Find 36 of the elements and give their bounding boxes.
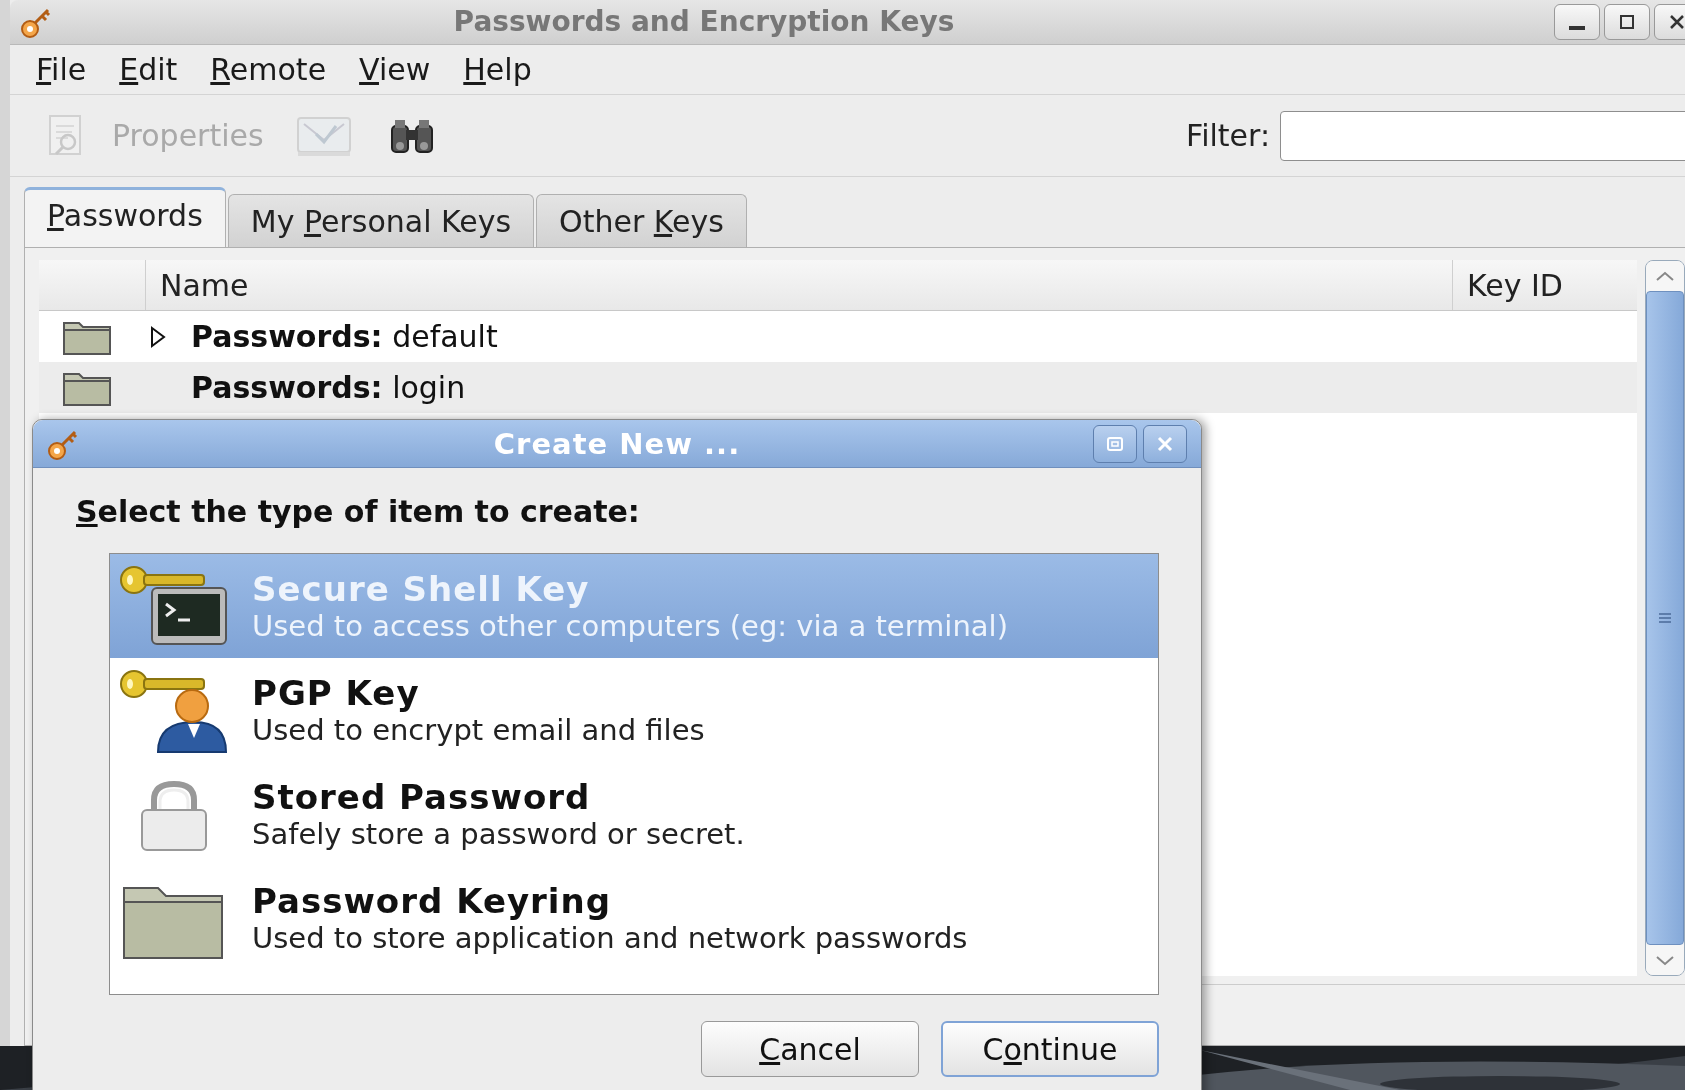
dialog-button[interactable]: Continue	[941, 1021, 1159, 1077]
menu-item[interactable]: Edit	[115, 52, 195, 88]
minimize-button[interactable]	[1554, 3, 1600, 40]
scroll-down-icon[interactable]	[1655, 954, 1675, 966]
filter-label: Filter:	[1186, 118, 1270, 154]
item-description: Used to access other computers (eg: via a terminal)	[252, 609, 1008, 643]
menu-item[interactable]: Remote	[206, 52, 344, 88]
column-header[interactable]: Key ID	[1452, 260, 1637, 310]
tree-row-label[interactable]: Passwords: login	[191, 370, 466, 405]
item-title: PGP Key	[252, 673, 421, 713]
item-description: Used to encrypt email and files	[252, 713, 705, 747]
dialog-title: Create New ...	[492, 426, 742, 461]
list-item[interactable]: Password Keyring Used to store application and network passwords	[110, 866, 1158, 970]
menu-item[interactable]: Help	[459, 52, 549, 88]
column-header[interactable]: Name	[145, 260, 1452, 310]
tab[interactable]: Other Keys	[536, 194, 747, 247]
item-description: Used to store application and network passwords	[252, 921, 968, 955]
dialog-heading: Select the type of item to create:	[76, 494, 641, 529]
item-description: Safely store a password or secret.	[252, 817, 745, 851]
maximize-button[interactable]	[1604, 3, 1650, 40]
scroll-up-icon[interactable]	[1655, 270, 1675, 282]
menu-item[interactable]: File	[32, 52, 104, 88]
tab[interactable]: Passwords	[24, 187, 226, 247]
dialog-button[interactable]: Cancel	[701, 1021, 919, 1077]
window-title: Passwords and Encryption Keys	[452, 5, 956, 39]
menu-item[interactable]: View	[355, 52, 448, 88]
tab[interactable]: My Personal Keys	[227, 194, 535, 247]
tree-row-label[interactable]: Passwords: default	[191, 319, 498, 354]
item-title: Password Keyring	[252, 881, 613, 921]
item-title: Secure Shell Key	[252, 569, 591, 609]
list-item[interactable]: Stored Password Safely store a password or secret.	[110, 762, 1158, 866]
filter-field[interactable]	[1280, 110, 1685, 161]
item-title: Stored Password	[252, 777, 592, 817]
grip-icon	[1658, 611, 1672, 625]
list-item[interactable]: PGP Key Used to encrypt email and files	[110, 658, 1158, 762]
minimize-icon	[1569, 25, 1585, 30]
